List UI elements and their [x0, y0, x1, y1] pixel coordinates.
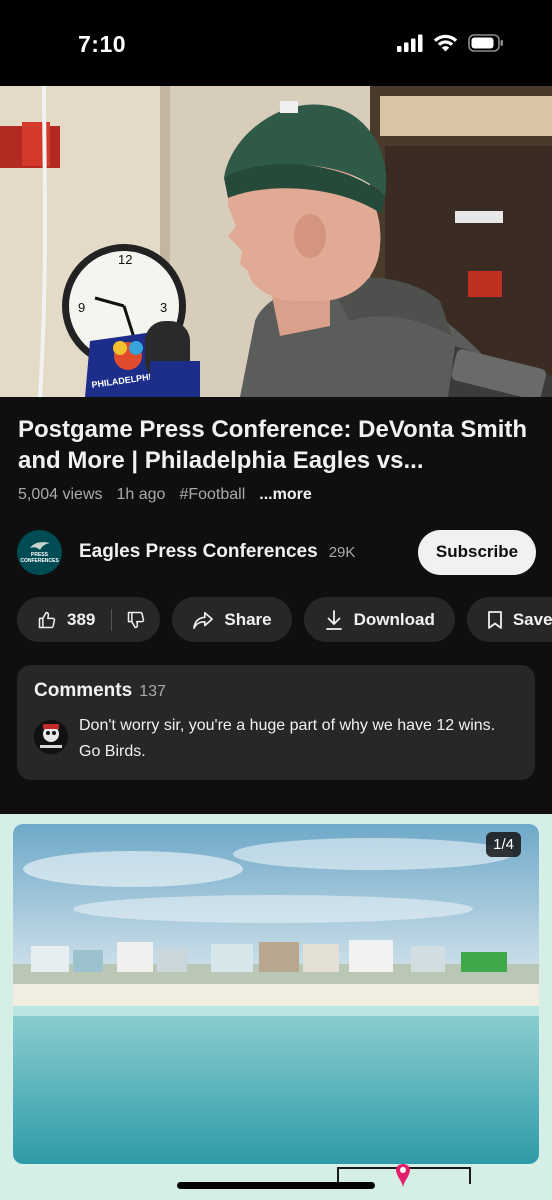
commenter-avatar-image: [34, 720, 68, 754]
thumbs-up-icon[interactable]: [37, 610, 57, 630]
comments-panel[interactable]: Comments 137 Don't worry sir, you're a h…: [17, 665, 535, 780]
action-bar: 389 Share Download Save: [17, 597, 552, 642]
battery-icon: [468, 34, 503, 52]
avatar-text-2: CONFERENCES: [20, 558, 59, 564]
like-dislike-chip: 389: [17, 597, 161, 642]
svg-text:3: 3: [160, 300, 167, 315]
ad-image[interactable]: 1/4: [13, 824, 539, 1164]
comments-header: Comments 137: [34, 680, 166, 702]
subscribe-button[interactable]: Subscribe: [418, 529, 536, 575]
channel-avatar[interactable]: PRESS CONFERENCES: [17, 529, 62, 575]
ad-image-counter: 1/4: [486, 832, 521, 857]
beach-photo: [13, 824, 539, 1164]
eagle-logo-icon: [29, 542, 50, 550]
svg-text:9: 9: [78, 300, 85, 315]
cellular-signal-icon: [397, 34, 423, 52]
save-button[interactable]: Save: [466, 597, 552, 642]
hashtag-link[interactable]: #Football: [179, 486, 245, 504]
comments-title: Comments: [34, 680, 133, 701]
status-time: 7:10: [78, 31, 127, 57]
view-count: 5,004 views: [18, 486, 103, 503]
comments-count: 137: [139, 683, 166, 700]
share-label: Share: [224, 609, 272, 629]
map-pin-icon: [337, 1164, 471, 1188]
download-label: Download: [353, 609, 435, 629]
wifi-icon: [433, 34, 458, 52]
bookmark-icon: [487, 610, 502, 629]
home-indicator[interactable]: [177, 1182, 375, 1189]
download-icon: [325, 609, 342, 630]
like-count[interactable]: 389: [67, 610, 95, 630]
video-meta[interactable]: 5,004 views 1h ago #Football ...more: [18, 486, 312, 504]
channel-name[interactable]: Eagles Press Conferences: [79, 541, 318, 563]
more-link[interactable]: ...more: [259, 486, 311, 504]
commenter-avatar[interactable]: [34, 720, 68, 754]
upload-age: 1h ago: [116, 486, 166, 503]
video-frame: 12 3 6 9 PHILADELPHIA: [0, 86, 552, 397]
share-icon: [193, 611, 214, 629]
ad-card[interactable]: 1/4: [0, 814, 552, 1200]
video-player[interactable]: 12 3 6 9 PHILADELPHIA: [0, 86, 552, 397]
download-button[interactable]: Download: [303, 597, 455, 642]
save-label: Save: [512, 609, 552, 629]
top-comment-text: Don't worry sir, you're a huge part of w…: [79, 717, 496, 760]
status-bar: 7:10: [0, 0, 552, 86]
subscriber-count: 29K: [328, 543, 356, 561]
status-icons: [397, 34, 504, 52]
like-divider: [111, 608, 113, 631]
thumbs-down-icon[interactable]: [126, 610, 146, 630]
svg-text:12: 12: [118, 252, 132, 267]
channel-row: PRESS CONFERENCES Eagles Press Conferenc…: [17, 528, 536, 576]
video-title[interactable]: Postgame Press Conference: DeVonta Smith…: [18, 414, 538, 476]
share-button[interactable]: Share: [172, 597, 292, 642]
